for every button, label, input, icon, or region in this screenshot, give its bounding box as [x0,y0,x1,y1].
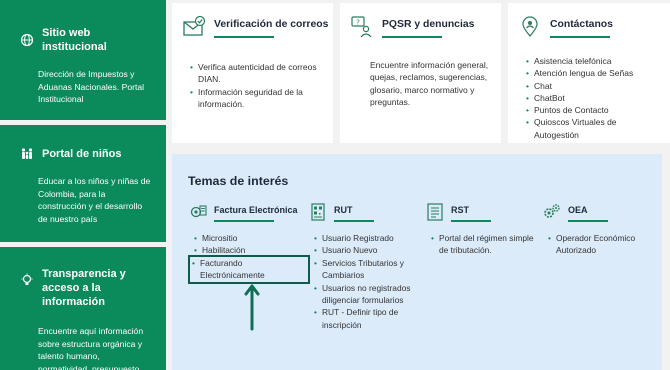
list-item[interactable]: Asistencia telefónica [526,55,660,68]
section-title: Temas de interés [188,174,289,188]
topic-title[interactable]: OEA [568,205,608,215]
gears-icon [542,202,562,222]
list-item[interactable]: Operador Económico Autorizado [548,232,652,257]
topic-list: Micrositio Habilitación Facturando Elect… [188,232,310,284]
topic-list: Portal del régimen simple de tributación… [425,232,545,257]
topic-list: Operador Económico Autorizado [542,232,652,257]
list-item[interactable]: Micrositio [194,232,308,245]
list-item[interactable]: ChatBot [526,92,660,105]
card-title[interactable]: Contáctanos [550,19,613,30]
list-item[interactable]: Quioscos Virtuales de Autogestión [526,116,660,141]
title-underline [214,36,274,38]
list-item[interactable]: RUT - Definir tipo de inscripción [314,306,424,331]
title-underline [334,220,374,222]
topic-title[interactable]: RUT [334,205,374,215]
panel-sitio-web[interactable]: Sitio web institucional Dirección de Imp… [0,0,166,120]
list-item[interactable]: Usuario Nuevo [314,244,424,257]
list-item[interactable]: Usuarios no registrados diligenciar form… [314,282,424,307]
document-list-icon [425,202,445,222]
title-underline [550,36,610,38]
panel-description: Dirección de Impuestos y Aduanas Naciona… [38,69,145,105]
list-item[interactable]: Atención lengua de Señas [526,67,660,80]
annotation-arrow-icon [244,284,260,331]
panel-portal-ninos[interactable]: Portal de niños Educar a los niños y niñ… [0,125,166,242]
panel-description: Encuentre aquí información sobre estruct… [38,326,144,370]
location-person-icon [518,15,542,39]
card-title[interactable]: Verificación de correos [214,19,328,30]
qr-document-icon [308,202,328,222]
panel-title[interactable]: Sitio web institucional [42,26,156,54]
list-item[interactable]: Puntos de Contacto [526,104,660,117]
list-item-highlighted[interactable]: Facturando Electrónicamente [188,254,310,284]
card-pqsr-denuncias[interactable]: ? PQSR y denuncias Encuentre información… [340,3,501,143]
panel-title[interactable]: Portal de niños [42,147,121,161]
panel-description: Educar a los niños y niñas de Colombia, … [38,176,151,224]
topic-title[interactable]: RST [451,205,491,215]
card-list: Verifica autenticidad de correos DIAN. I… [172,61,333,110]
svg-text:?: ? [356,19,360,27]
list-item[interactable]: Chat [526,80,660,93]
chat-help-icon: ? [350,15,374,39]
card-verificacion-correos[interactable]: Verificación de correos Verifica autenti… [172,3,333,143]
list-item[interactable]: Habilitación [194,244,308,257]
panel-title[interactable]: Transparencia y acceso a la información [42,267,156,309]
title-underline [451,220,491,222]
list-item[interactable]: Verifica autenticidad de correos DIAN. [190,61,323,86]
title-underline [568,220,608,222]
globe-icon [20,33,34,47]
card-title[interactable]: PQSR y denuncias [382,19,474,30]
card-contactanos[interactable]: Contáctanos Asistencia telefónica Atenci… [508,3,670,143]
invoice-gear-icon [188,202,208,222]
lightbulb-icon [20,273,34,287]
card-text: Encuentre información general, quejas, r… [370,60,489,107]
temas-de-interes-section: Temas de interés Factura Electrónica Mic… [172,154,662,370]
card-list: Asistencia telefónica Atención lengua de… [508,55,670,141]
list-item[interactable]: Información seguridad de la información. [190,86,323,111]
title-underline [382,36,442,38]
topic-rut: RUT Usuario Registrado Usuario Nuevo Ser… [308,202,424,331]
topic-rst: RST Portal del régimen simple de tributa… [425,202,545,257]
title-underline [214,220,274,222]
list-item[interactable]: Usuario Registrado [314,232,424,245]
topic-list: Usuario Registrado Usuario Nuevo Servici… [308,232,424,331]
list-item[interactable]: Servicios Tributarios y Cambiarios [314,257,424,282]
list-item[interactable]: Portal del régimen simple de tributación… [431,232,545,257]
envelope-check-icon [182,15,206,39]
topic-oea: OEA Operador Económico Autorizado [542,202,652,257]
topic-title[interactable]: Factura Electrónica [214,205,298,215]
family-icon [20,147,34,161]
panel-transparencia[interactable]: Transparencia y acceso a la información … [0,247,166,370]
topic-factura-electronica: Factura Electrónica Micrositio Habilitac… [188,202,310,284]
